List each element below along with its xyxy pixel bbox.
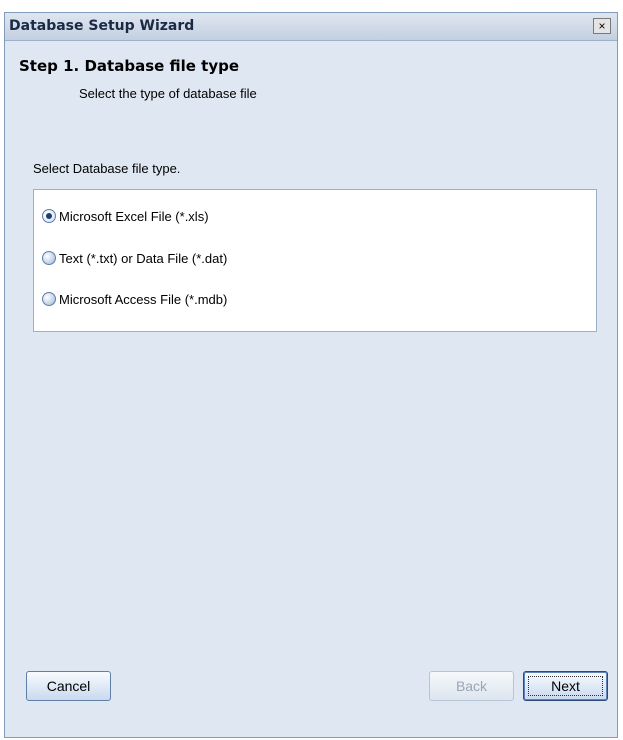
window-title: Database Setup Wizard: [9, 18, 195, 34]
option-label: Text (*.txt) or Data File (*.dat): [59, 250, 228, 266]
back-button[interactable]: Back: [429, 671, 514, 701]
option-label: Microsoft Excel File (*.xls): [59, 208, 209, 224]
next-button-label: Next: [551, 678, 580, 694]
wizard-window: Database Setup Wizard × Step 1. Database…: [4, 12, 618, 738]
next-button[interactable]: Next: [523, 671, 608, 701]
file-type-group: Microsoft Excel File (*.xls) Text (*.txt…: [33, 189, 597, 332]
wizard-header: Step 1. Database file type Select the ty…: [5, 41, 617, 111]
radio-unselected-icon[interactable]: [42, 292, 56, 306]
option-text-data[interactable]: Text (*.txt) or Data File (*.dat): [42, 249, 227, 267]
close-icon[interactable]: ×: [593, 18, 611, 34]
file-type-prompt: Select Database file type.: [33, 161, 181, 176]
cancel-button[interactable]: Cancel: [26, 671, 111, 701]
option-label: Microsoft Access File (*.mdb): [59, 291, 228, 307]
radio-unselected-icon[interactable]: [42, 251, 56, 265]
option-excel[interactable]: Microsoft Excel File (*.xls): [42, 207, 209, 225]
radio-selected-icon[interactable]: [42, 209, 56, 223]
option-access[interactable]: Microsoft Access File (*.mdb): [42, 290, 227, 308]
step-subtitle: Select the type of database file: [79, 86, 257, 101]
title-bar[interactable]: Database Setup Wizard ×: [5, 13, 617, 41]
step-title: Step 1. Database file type: [19, 57, 240, 75]
